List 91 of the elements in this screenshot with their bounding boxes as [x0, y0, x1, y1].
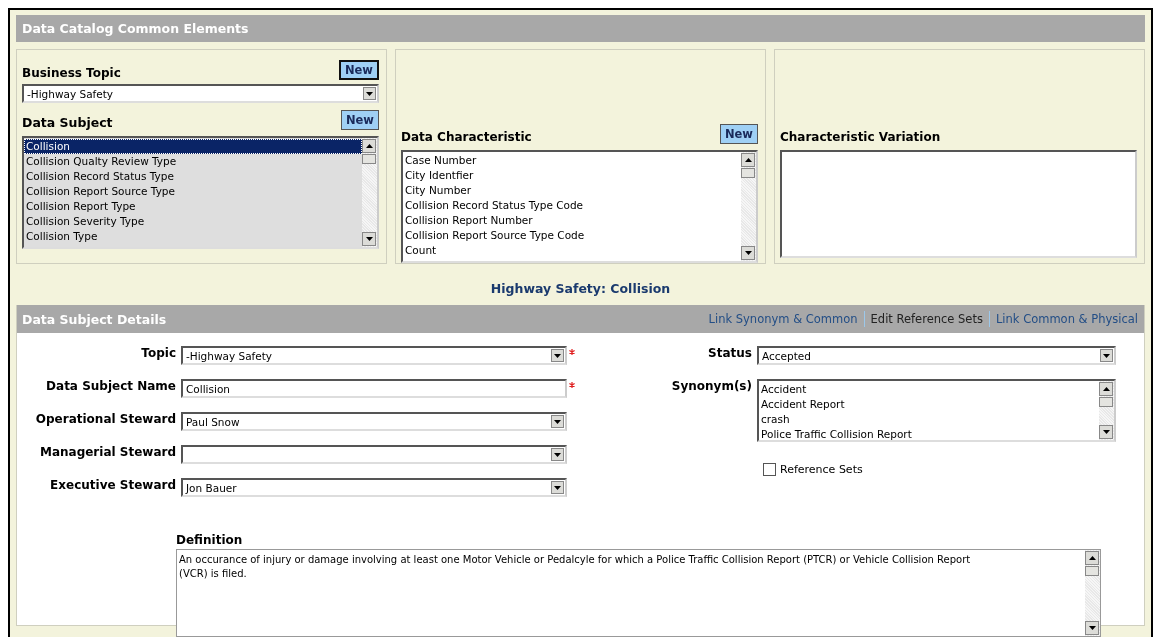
- up-triangle-icon: [744, 158, 752, 162]
- section-title: Data Subject Details: [22, 311, 167, 327]
- checkbox[interactable]: [763, 463, 776, 476]
- list-box[interactable]: Case Number City Identfier City Number Collision Record Status Type Code Collision Report Number Collision Report Source Type Code Count: [401, 150, 758, 263]
- up-triangle-icon: [1088, 556, 1096, 560]
- list-item[interactable]: Collision Qualty Review Type: [24, 154, 362, 169]
- field-label: Data Characteristic: [401, 130, 532, 144]
- list-item[interactable]: City Number: [403, 183, 741, 198]
- down-triangle-icon: [365, 237, 373, 241]
- list-item[interactable]: Collision Report Source Type: [24, 184, 362, 199]
- scroll-up-button[interactable]: [1085, 551, 1099, 565]
- field-label: Managerial Steward: [38, 445, 177, 459]
- dropdown-button[interactable]: [363, 87, 376, 100]
- scrollbar[interactable]: [362, 138, 377, 247]
- checkbox-label: Reference Sets: [780, 463, 863, 476]
- caret-icon: [1103, 353, 1110, 358]
- list-item[interactable]: Collision Record Status Type Code: [403, 198, 741, 213]
- select-field[interactable]: Jon Bauer: [181, 478, 567, 497]
- caret-icon: [554, 485, 561, 490]
- field-label: Data Subject Name: [45, 379, 177, 393]
- caret-icon: [366, 91, 373, 96]
- select-field[interactable]: -Highway Safety: [181, 346, 567, 365]
- scroll-down-button[interactable]: [741, 246, 755, 260]
- field-label: Topic: [140, 346, 177, 360]
- list-item[interactable]: Accident Report: [759, 397, 1099, 412]
- dropdown-button[interactable]: [551, 448, 564, 461]
- caret-icon: [554, 353, 561, 358]
- field-label: Data Subject: [22, 115, 113, 130]
- scroll-thumb[interactable]: [1085, 566, 1099, 576]
- field-label: Definition: [176, 533, 244, 547]
- down-triangle-icon: [744, 251, 752, 255]
- list-item[interactable]: Collision Report Source Type Code: [403, 228, 741, 243]
- scroll-thumb[interactable]: [1099, 397, 1113, 407]
- scroll-up-button[interactable]: [1099, 382, 1113, 396]
- scroll-down-button[interactable]: [1099, 425, 1113, 439]
- list-item[interactable]: Case Number: [403, 153, 741, 168]
- new-button[interactable]: New: [340, 110, 379, 130]
- list-item[interactable]: Collision Report Number: [403, 213, 741, 228]
- required-icon: [569, 349, 575, 355]
- scrollbar[interactable]: [741, 152, 756, 261]
- field-label: Synonym(s): [670, 379, 753, 393]
- list-item[interactable]: Collision Type: [24, 229, 362, 244]
- scroll-thumb[interactable]: [741, 168, 755, 178]
- dropdown-button[interactable]: [551, 481, 564, 494]
- field-label: Characteristic Variation: [780, 130, 941, 144]
- section-title: Data Catalog Common Elements: [22, 21, 249, 36]
- scrollbar[interactable]: [1099, 381, 1114, 440]
- list-item[interactable]: Police Traffic Collision Report: [759, 427, 1099, 440]
- list-box[interactable]: Collision Collision Qualty Review Type Collision Record Status Type Collision Report Source Type Collision Report Type Collision Severity Type Collision Type: [22, 136, 379, 249]
- field-label: Business Topic: [22, 66, 121, 80]
- link[interactable]: Link Synonym & Common: [702, 312, 864, 326]
- scroll-down-button[interactable]: [1085, 621, 1099, 635]
- list-item[interactable]: City Identfier: [403, 168, 741, 183]
- select-field[interactable]: Paul Snow: [181, 412, 567, 431]
- caret-icon: [554, 452, 561, 457]
- scroll-thumb[interactable]: [362, 154, 376, 164]
- text-area[interactable]: An occurance of injury or damage involving at least one Motor Vehicle or Pedalcyle for which a Police Traffic Collision Report (PTCR) or Vehicle Collision Report (VCR) is filed.: [176, 549, 1101, 637]
- scroll-down-button[interactable]: [362, 232, 376, 246]
- select-field[interactable]: -Highway Safety: [22, 84, 379, 103]
- dropdown-button[interactable]: [551, 349, 564, 362]
- select-field[interactable]: [181, 445, 567, 464]
- down-triangle-icon: [1088, 626, 1096, 630]
- field-label: Status: [707, 346, 753, 360]
- caret-icon: [554, 419, 561, 424]
- required-icon: [569, 382, 575, 388]
- new-button[interactable]: New: [719, 124, 758, 144]
- up-triangle-icon: [365, 144, 373, 148]
- down-triangle-icon: [1102, 430, 1110, 434]
- list-item[interactable]: Accident: [759, 382, 1099, 397]
- list-item[interactable]: crash: [759, 412, 1099, 427]
- link[interactable]: Link Common & Physical: [989, 312, 1144, 326]
- list-item[interactable]: Collision Report Type: [24, 199, 362, 214]
- dropdown-button[interactable]: [1100, 349, 1113, 362]
- up-triangle-icon: [1102, 387, 1110, 391]
- scroll-up-button[interactable]: [362, 139, 376, 153]
- scrollbar[interactable]: [1085, 550, 1100, 636]
- breadcrumb-title: Highway Safety: Collision: [489, 280, 672, 298]
- field-label: Operational Steward: [34, 412, 177, 426]
- link[interactable]: Edit Reference Sets: [864, 312, 989, 326]
- field-label: Executive Steward: [49, 478, 177, 492]
- list-box[interactable]: [780, 150, 1137, 258]
- list-item[interactable]: Collision Record Status Type: [24, 169, 362, 184]
- list-box[interactable]: Accident Accident Report crash Police Traffic Collision Report: [757, 379, 1116, 442]
- list-item[interactable]: Collision Severity Type: [24, 214, 362, 229]
- list-item[interactable]: Collision: [24, 139, 362, 154]
- list-item[interactable]: Count: [403, 243, 741, 258]
- dropdown-button[interactable]: [551, 415, 564, 428]
- scroll-up-button[interactable]: [741, 153, 755, 167]
- select-field[interactable]: Accepted: [757, 346, 1116, 365]
- text-field[interactable]: Collision: [181, 379, 567, 398]
- new-button[interactable]: New: [338, 60, 379, 80]
